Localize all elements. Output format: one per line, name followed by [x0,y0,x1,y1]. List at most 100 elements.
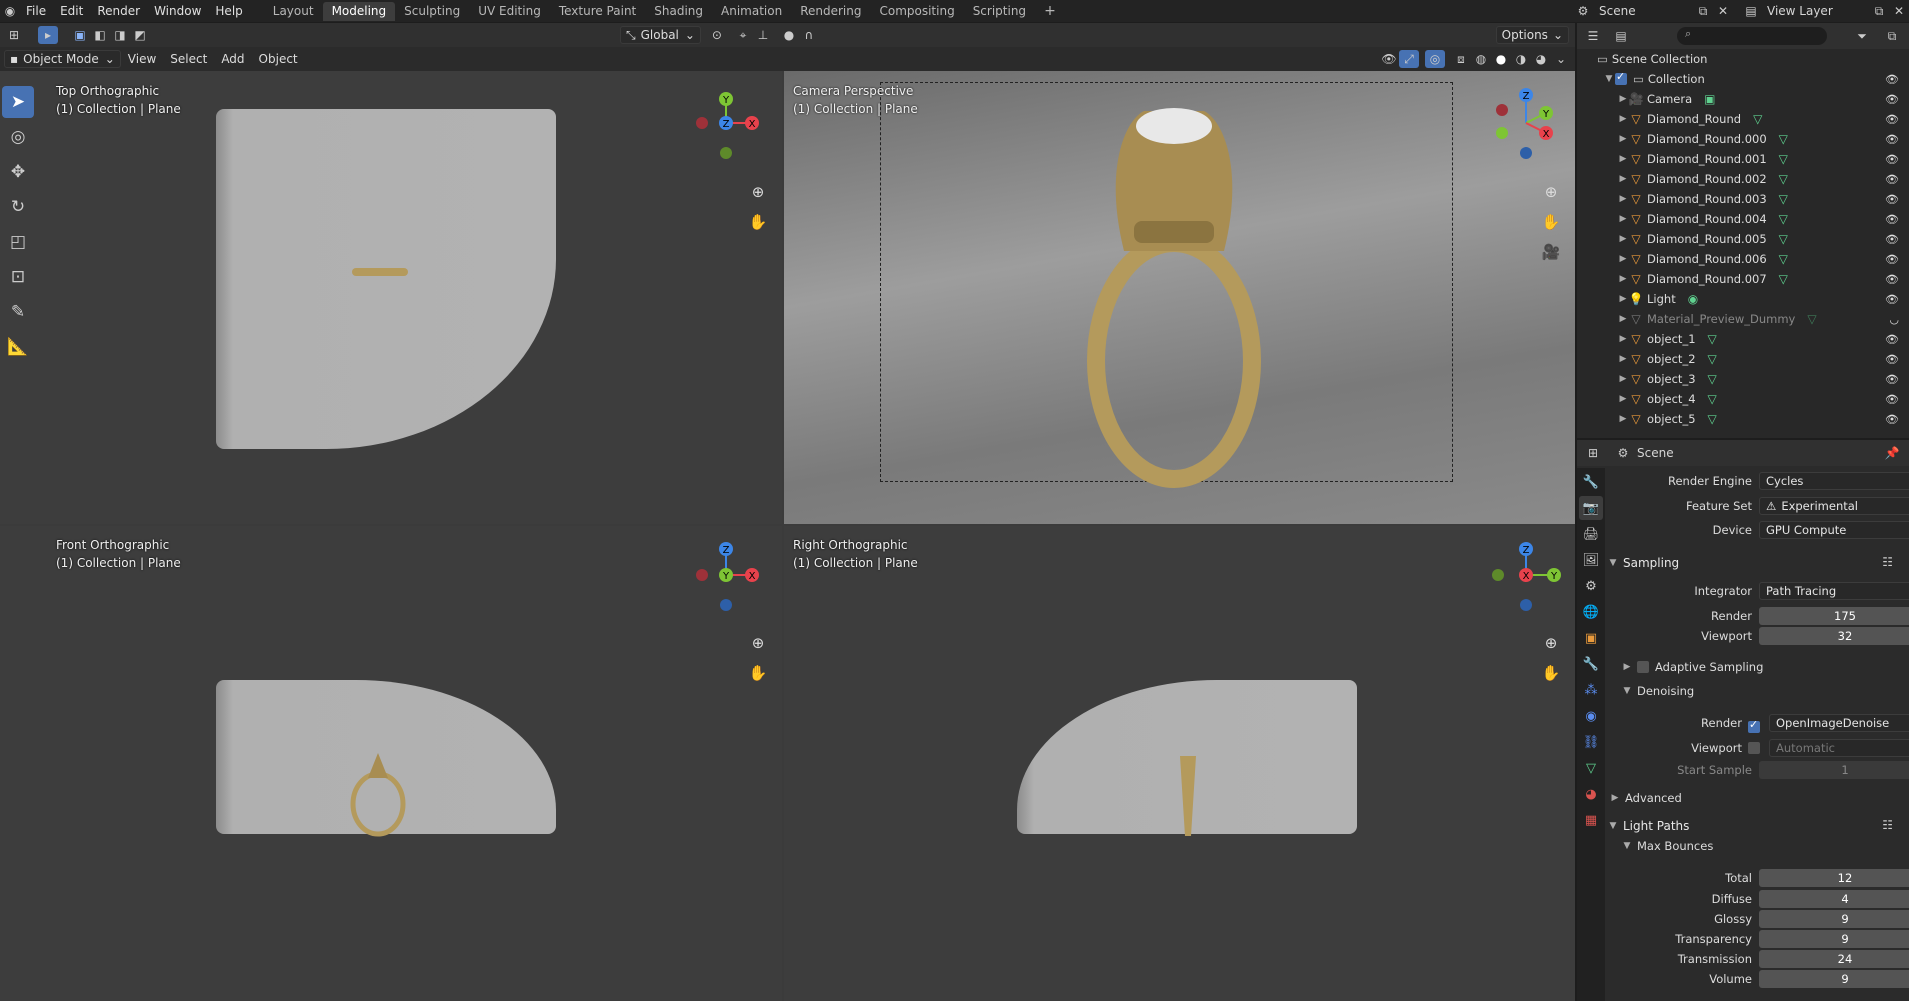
outliner-collection[interactable]: ▼ ▭Collection 👁 [1577,69,1909,89]
bounce-value-field[interactable]: 9 [1759,910,1909,928]
mode-new-icon[interactable]: ▣ [70,26,90,44]
wireframe-shading-icon[interactable]: ◍ [1471,50,1491,68]
integrator-dropdown[interactable]: Path Tracing [1759,582,1909,600]
collection-checkbox[interactable] [1615,70,1627,85]
outliner-item[interactable]: ▶ ▽ Diamond_Round.007 ▽ 👁 [1577,269,1909,289]
output-tab-icon[interactable]: 🖨 [1579,522,1603,546]
visibility-eye-icon[interactable]: 👁 [1885,93,1899,106]
scene-tab-icon[interactable]: ⚙ [1579,574,1603,598]
object-mode-dropdown[interactable]: ▪ Object Mode ⌄ [4,50,121,68]
proportional-editing-icon[interactable]: ● [779,26,799,44]
outliner-item[interactable]: ▶ ▽ object_2 ▽ 👁 [1577,349,1909,369]
scene-name-field[interactable]: Scene [1593,4,1693,18]
outliner-item[interactable]: ▶ ▽ Diamond_Round.005 ▽ 👁 [1577,229,1909,249]
expand-icon[interactable]: ▶ [1617,174,1629,184]
axis-gizmo-camera[interactable]: Z Y X [1486,83,1566,163]
tool-tab-icon[interactable]: 🔧 [1579,470,1603,494]
expand-icon[interactable]: ▶ [1617,254,1629,264]
viewport-samples-field[interactable]: 32 [1759,627,1909,645]
denoise-viewport-dropdown[interactable]: Automatic [1769,739,1909,757]
rotate-tool-icon[interactable]: ↻ [2,191,34,223]
particles-tab-icon[interactable]: ⁂ [1579,678,1603,702]
pan-hand-icon[interactable]: ✋ [1537,208,1565,236]
render-engine-dropdown[interactable]: Cycles [1759,472,1909,490]
rendered-shading-icon[interactable]: ◕ [1531,50,1551,68]
presets-list-icon[interactable]: ☷ [1882,555,1893,569]
tab-scripting[interactable]: Scripting [964,2,1035,21]
outliner-item[interactable]: ▶ ▽ Diamond_Round.000 ▽ 👁 [1577,129,1909,149]
light-paths-section-header[interactable]: ▼ Light Paths ☷ [1607,815,1907,837]
tab-modeling[interactable]: Modeling [322,2,396,21]
outliner-item[interactable]: ▶ ▽ Diamond_Round.006 ▽ 👁 [1577,249,1909,269]
visibility-eye-icon[interactable]: 👁 [1885,393,1899,406]
outliner-item[interactable]: ▶ ▽ Diamond_Round.002 ▽ 👁 [1577,169,1909,189]
expand-icon[interactable]: ▶ [1617,334,1629,344]
texture-tab-icon[interactable]: ▦ [1579,808,1603,832]
expand-icon[interactable]: ▶ [1617,274,1629,284]
material-shading-icon[interactable]: ◑ [1511,50,1531,68]
tab-sculpting[interactable]: Sculpting [395,2,469,21]
zoom-icon[interactable]: ⊕ [744,178,772,206]
menu-help[interactable]: Help [208,0,249,22]
mode-subtract-icon[interactable]: ◨ [110,26,130,44]
bounce-value-field[interactable]: 24 [1759,950,1909,968]
expand-icon[interactable]: ▶ [1617,154,1629,164]
pan-hand-icon[interactable]: ✋ [744,659,772,687]
render-tab-icon[interactable]: 📷 [1579,496,1603,520]
tab-compositing[interactable]: Compositing [870,2,963,21]
expand-icon[interactable]: ▶ [1617,114,1629,124]
denoise-viewport-checkbox[interactable] [1748,742,1760,754]
viewport-camera-perspective[interactable]: Camera Perspective (1) Collection | Plan… [784,71,1575,524]
scale-tool-icon[interactable]: ◰ [2,226,34,258]
filter-icon[interactable]: ⏷ [1852,27,1872,45]
move-tool-icon[interactable]: ✥ [2,156,34,188]
object-tab-icon[interactable]: ▣ [1579,626,1603,650]
blender-logo-icon[interactable]: ◉ [1,2,19,20]
expand-icon[interactable]: ▶ [1617,314,1629,324]
material-tab-icon[interactable]: ◕ [1579,782,1603,806]
world-tab-icon[interactable]: 🌐 [1579,600,1603,624]
tab-shading[interactable]: Shading [645,2,712,21]
visibility-eye-icon[interactable]: 👁 [1885,353,1899,366]
expand-icon[interactable]: ▶ [1617,94,1629,104]
pivot-point-icon[interactable]: ⊙ [707,26,727,44]
outliner-item[interactable]: ▶ ▽ Diamond_Round.003 ▽ 👁 [1577,189,1909,209]
expand-icon[interactable]: ▶ [1617,394,1629,404]
view-layer-field[interactable]: View Layer [1761,4,1869,18]
visibility-eye-icon[interactable]: 👁 [1885,213,1899,226]
add-menu[interactable]: Add [214,49,251,69]
outliner-item[interactable]: ▶ ▽ object_5 ▽ 👁 [1577,409,1909,429]
bounce-value-field[interactable]: 9 [1759,970,1909,988]
shading-options-icon[interactable]: ⌄ [1551,50,1571,68]
adaptive-sampling-subpanel[interactable]: ▶ Adaptive Sampling [1621,660,1764,674]
object-menu[interactable]: Object [252,49,305,69]
outliner-scene-collection[interactable]: ▭ Scene Collection [1577,49,1909,69]
axis-gizmo-right[interactable]: Z Y X [1486,535,1566,615]
expand-icon[interactable]: ▶ [1617,214,1629,224]
outliner-item[interactable]: ▶ ▽ object_1 ▽ 👁 [1577,329,1909,349]
visibility-eye-icon[interactable]: 👁 [1885,113,1899,126]
visibility-eye-icon[interactable]: 👁 [1885,293,1899,306]
select-tool-icon[interactable]: ➤ [2,86,34,118]
display-mode-icon[interactable]: ▤ [1611,27,1631,45]
visibility-eye-icon[interactable]: 👁 [1885,373,1899,386]
menu-file[interactable]: File [19,0,53,22]
visibility-eye-icon[interactable]: 👁 [1885,153,1899,166]
visibility-eye-icon[interactable]: 👁 [1885,333,1899,346]
view-layer-icon[interactable]: ▤ [1741,2,1761,20]
expand-icon[interactable]: ▶ [1617,294,1629,304]
axis-gizmo-front[interactable]: Z X Y [686,535,766,615]
visibility-eye-icon[interactable]: 👁 [1885,73,1899,86]
expand-icon[interactable]: ▶ [1617,234,1629,244]
expand-icon[interactable]: ▶ [1617,354,1629,364]
expand-icon[interactable]: ▶ [1617,134,1629,144]
pan-hand-icon[interactable]: ✋ [1537,659,1565,687]
outliner-item[interactable]: ▶ 🎥 Camera ▣ 👁 [1577,89,1909,109]
outliner-item[interactable]: ▶ 💡 Light ◉ 👁 [1577,289,1909,309]
menu-window[interactable]: Window [147,0,208,22]
axis-gizmo-top[interactable]: Y X Z [686,83,766,163]
visibility-eye-icon[interactable]: 👁 [1885,133,1899,146]
transform-tool-icon[interactable]: ⊡ [2,261,34,293]
render-samples-field[interactable]: 175 [1759,607,1909,625]
properties-editor-type-icon[interactable]: ⊞ [1583,444,1603,462]
